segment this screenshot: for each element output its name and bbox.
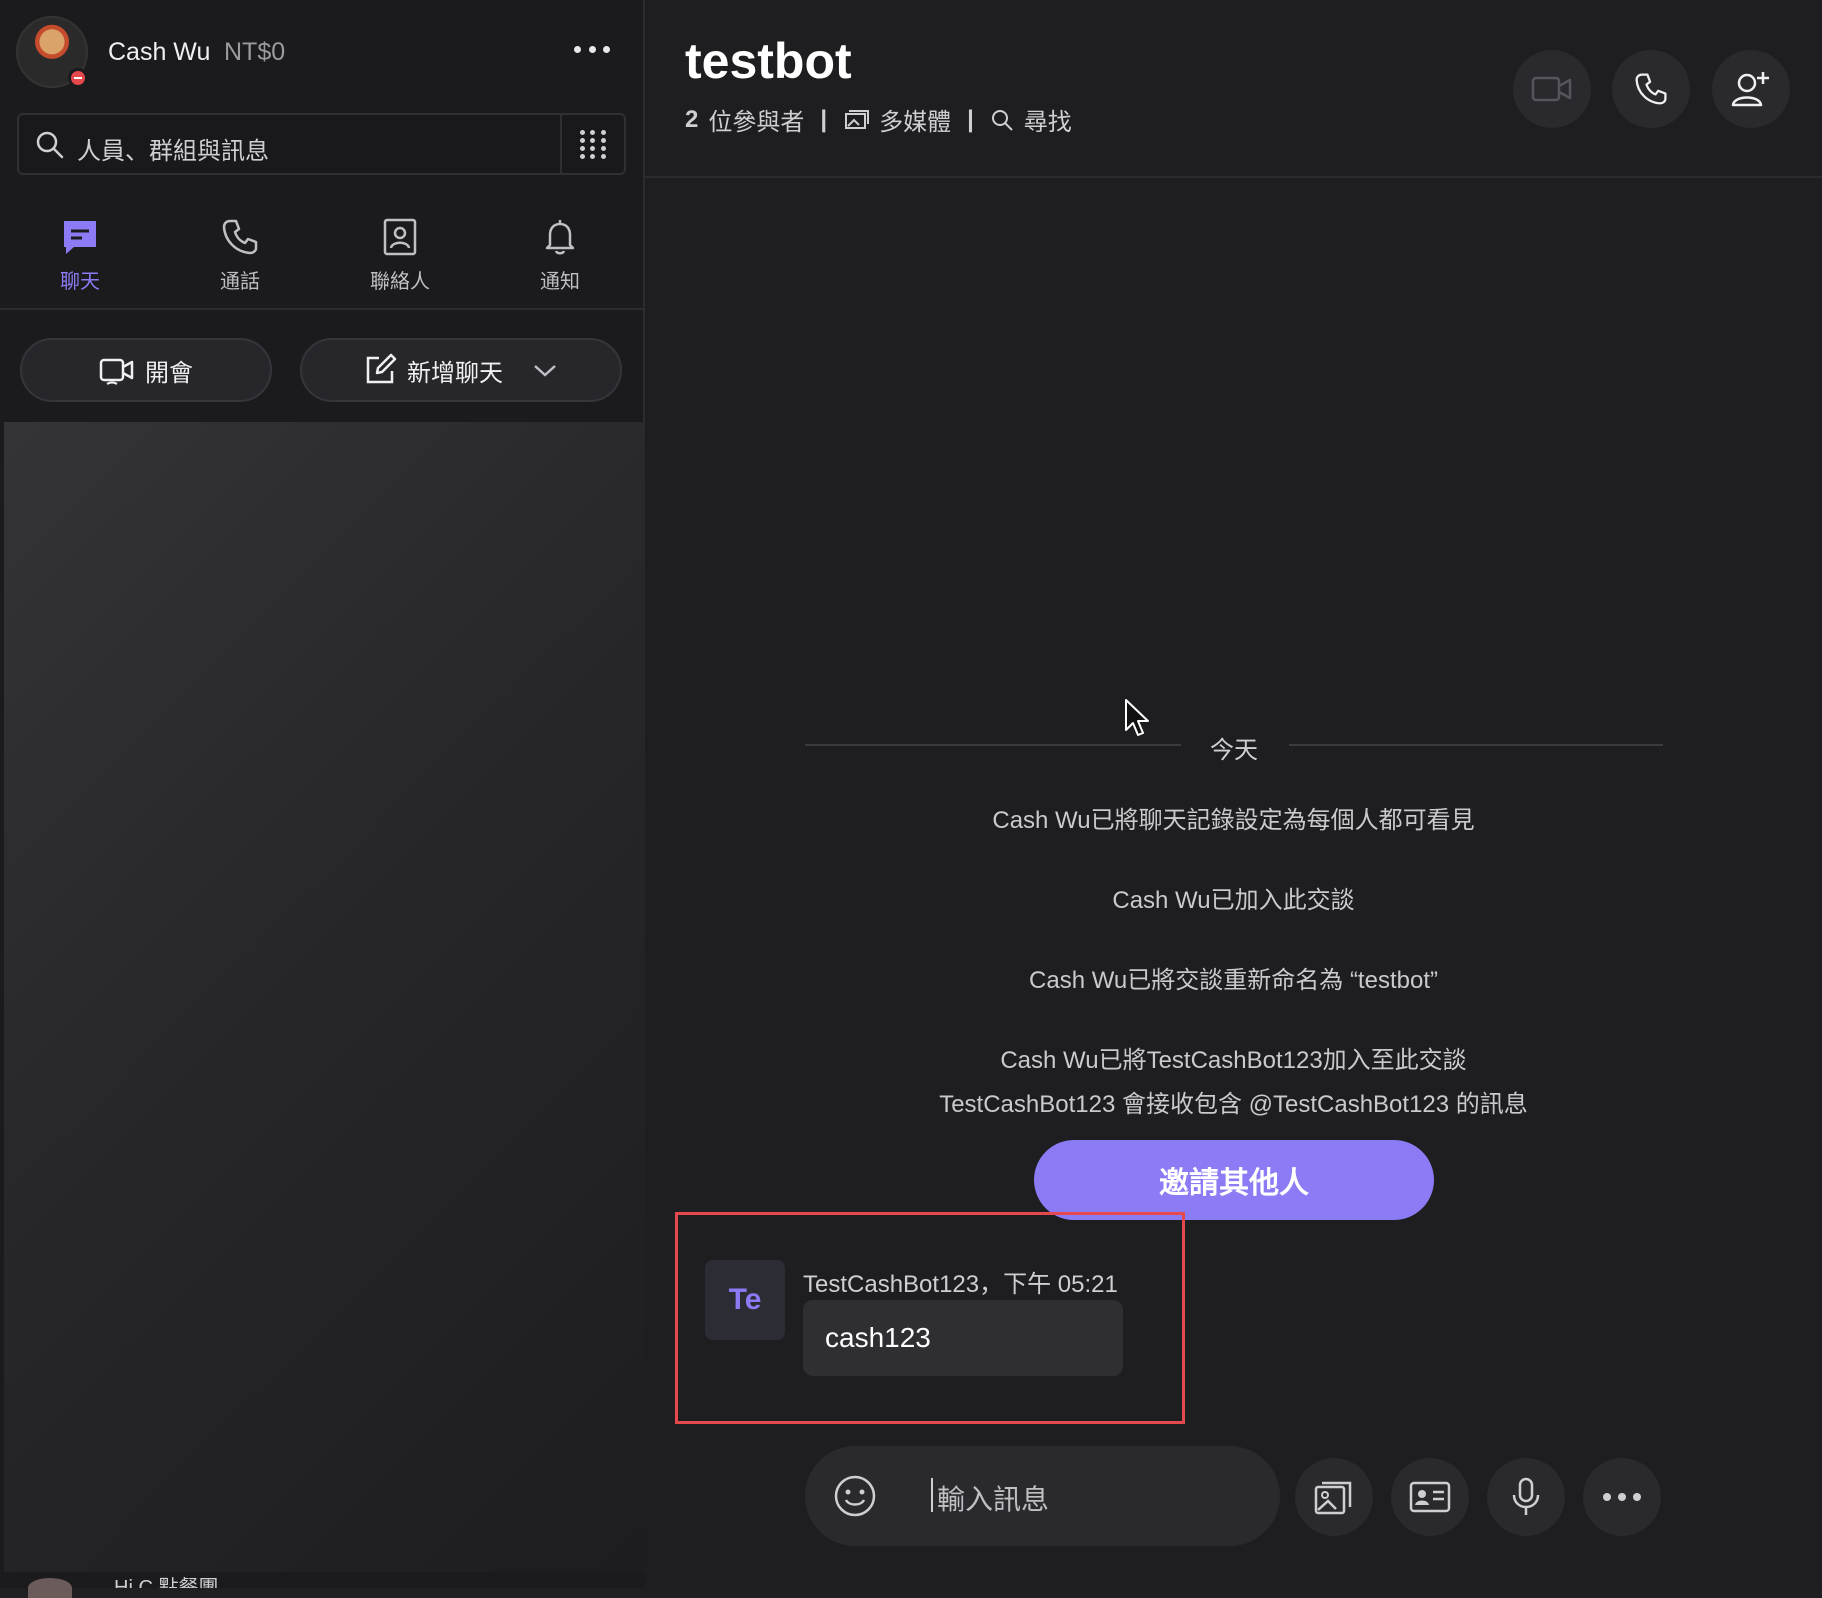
chat-header: testbot 2 位參與者 | 多媒體 | 尋找 [645, 0, 1822, 178]
add-user-icon [1731, 72, 1769, 107]
new-chat-button-label: 新增聊天 [407, 359, 503, 387]
compose-icon [366, 353, 397, 384]
message-meta: TestCashBot123，下午 05:21 [803, 1271, 1118, 1298]
video-meeting-icon [99, 358, 134, 385]
dialpad-icon[interactable] [580, 130, 608, 159]
chat-meta: 2 位參與者 | 多媒體 | 尋找 [685, 102, 1072, 137]
chat-panel: testbot 2 位參與者 | 多媒體 | 尋找 今天 Cash Wu已將聊天… [645, 0, 1822, 1588]
find-link[interactable]: 尋找 [1024, 102, 1072, 137]
system-message: Cash Wu已將聊天記錄設定為每個人都可看見 [992, 807, 1475, 834]
nav-contacts-label: 聯絡人 [370, 271, 430, 293]
nav-notifications-label: 通知 [540, 271, 580, 293]
date-label: 今天 [1210, 737, 1258, 764]
media-icon [845, 109, 870, 129]
message-composer[interactable]: 輸入訊息 [805, 1446, 1280, 1546]
message-input[interactable]: 輸入訊息 [937, 1478, 1049, 1518]
date-divider: 今天 [805, 728, 1663, 764]
search-input[interactable]: 人員、群組與訊息 [17, 113, 626, 175]
more-icon [1603, 1493, 1641, 1501]
bell-icon [545, 220, 575, 255]
video-camera-icon [1531, 76, 1572, 102]
profile-balance: NT$0 [224, 38, 286, 66]
profile-name: Cash Wu [108, 38, 211, 66]
contact-card-icon [1409, 1481, 1451, 1513]
image-icon [1314, 1481, 1352, 1515]
chat-title: testbot [685, 33, 852, 89]
search-placeholder: 人員、群組與訊息 [77, 138, 269, 165]
media-link[interactable]: 多媒體 [879, 102, 951, 137]
search-icon [36, 131, 64, 159]
main-nav: 聊天 通話 聯絡人 通知 [0, 205, 645, 310]
nav-calls[interactable]: 通話 [180, 217, 300, 294]
meta-separator: | [967, 105, 974, 133]
more-options-icon[interactable] [570, 34, 614, 64]
invite-others-button[interactable]: 邀請其他人 [1034, 1140, 1434, 1220]
search-divider [560, 115, 562, 173]
more-options-button[interactable] [1583, 1458, 1661, 1536]
chat-list [4, 422, 645, 1572]
nav-calls-label: 通話 [220, 271, 260, 293]
status-dnd-icon [68, 68, 88, 88]
message-bubble[interactable]: cash123 [803, 1300, 1123, 1376]
new-chat-button[interactable]: 新增聊天 [300, 338, 622, 402]
participants-link[interactable]: 位參與者 [708, 102, 804, 137]
system-message: Cash Wu已將交談重新命名為 “testbot” [1029, 967, 1438, 994]
meet-button-label: 開會 [145, 359, 193, 387]
contact-card-button[interactable] [1391, 1458, 1469, 1536]
chat-list-item-title: Hi C 點餐團 [114, 1577, 219, 1588]
chat-list-avatar [28, 1578, 72, 1598]
system-message: Cash Wu已將TestCashBot123加入至此交談 [1000, 1047, 1467, 1074]
system-message: TestCashBot123 會接收包含 @TestCashBot123 的訊息 [939, 1091, 1528, 1118]
meet-button[interactable]: 開會 [20, 338, 272, 402]
microphone-icon [1512, 1477, 1540, 1515]
nav-contacts[interactable]: 聯絡人 [340, 217, 460, 294]
nav-chat-label: 聊天 [60, 271, 100, 293]
phone-icon [222, 219, 258, 255]
emoji-icon[interactable] [833, 1474, 877, 1518]
voice-call-button[interactable] [1612, 50, 1690, 128]
meta-separator: | [820, 105, 828, 133]
nav-chat[interactable]: 聊天 [20, 217, 140, 294]
nav-notifications[interactable]: 通知 [500, 217, 620, 294]
profile-header: Cash Wu NT$0 [16, 16, 626, 88]
sidebar: Cash Wu NT$0 人員、群組與訊息 聊天 通話 聯絡人 通知 開會 新增… [0, 0, 645, 1598]
message-text: cash123 [825, 1322, 931, 1353]
chat-icon [64, 221, 96, 254]
system-message: Cash Wu已加入此交談 [1112, 887, 1355, 914]
chat-list-item[interactable]: Hi C 點餐團 [4, 1572, 645, 1598]
divider-line [1289, 744, 1663, 746]
image-upload-button[interactable] [1295, 1458, 1373, 1536]
voice-message-button[interactable] [1487, 1458, 1565, 1536]
participants-count: 2 [685, 105, 699, 133]
search-icon [991, 109, 1013, 131]
phone-icon [1635, 73, 1667, 105]
video-call-button[interactable] [1513, 50, 1591, 128]
contacts-icon [383, 218, 417, 256]
chevron-down-icon[interactable] [531, 360, 559, 380]
bot-avatar[interactable]: Te [705, 1260, 785, 1340]
text-caret [931, 1478, 933, 1512]
add-participant-button[interactable] [1712, 50, 1790, 128]
